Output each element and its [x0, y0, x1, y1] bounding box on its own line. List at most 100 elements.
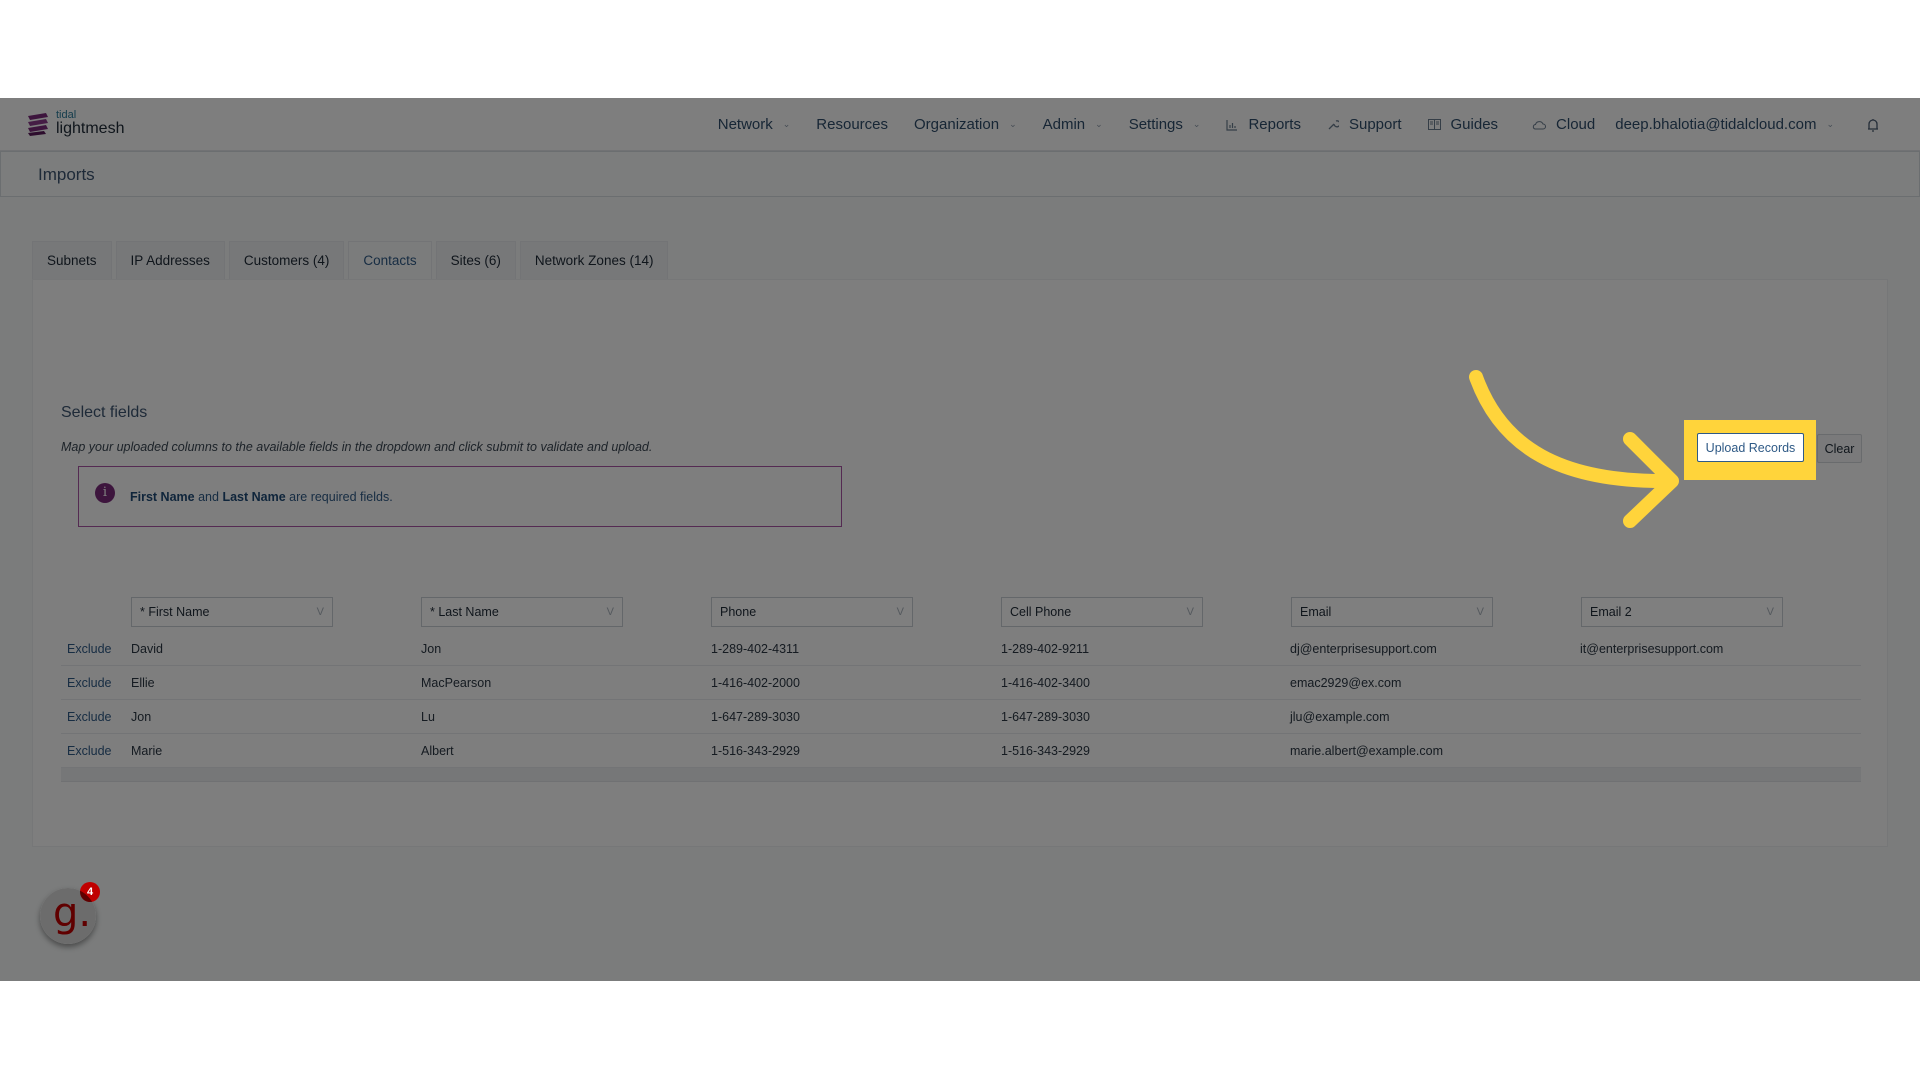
alert-message: First Name and Last Name are required fi… — [130, 490, 393, 504]
nav-support[interactable]: Support — [1327, 116, 1402, 133]
tab-network-zones[interactable]: Network Zones (14) — [519, 241, 669, 279]
chevron-down-icon: ⌄ — [1826, 119, 1834, 129]
select-value: Phone — [720, 605, 757, 619]
chevron-down-icon: V — [1476, 606, 1484, 618]
wrench-icon — [1328, 119, 1339, 129]
chevron-down-icon: ⌄ — [1095, 119, 1103, 129]
cell-phone: 1-647-289-3030 — [711, 710, 800, 724]
cell-phone: 1-289-402-4311 — [711, 642, 800, 656]
nav-settings[interactable]: Settings ⌄ — [1129, 116, 1201, 133]
book-icon — [1427, 119, 1441, 130]
required-fields-alert: i First Name and Last Name are required … — [78, 466, 842, 527]
select-last-name[interactable]: * Last Name V — [421, 597, 623, 627]
column-mapping-selects: * First Name V * Last Name V Phone V Cell P… — [131, 597, 1891, 627]
nav-network-label: Network — [717, 116, 773, 133]
cell-last-name: Jon — [421, 642, 442, 656]
page-header: Imports — [0, 151, 1920, 197]
cell-email-2: it@enterprisesupport.com — [1580, 642, 1724, 656]
tab-customers[interactable]: Customers (4) — [228, 241, 345, 279]
notification-count-badge: 4 — [80, 882, 100, 902]
alert-and: and — [198, 490, 219, 504]
clear-button[interactable]: Clear — [1817, 434, 1862, 463]
nav-guides[interactable]: Guides — [1427, 116, 1499, 133]
chevron-down-icon: ⌄ — [1009, 119, 1017, 129]
guide-widget-button[interactable]: g. 4 — [40, 882, 100, 944]
table-row: Exclude Ellie MacPearson 1-416-402-2000 … — [61, 666, 1861, 700]
cell-cell-phone: 1-647-289-3030 — [1001, 710, 1090, 724]
table-row: Exclude Jon Lu 1-647-289-3030 1-647-289-… — [61, 700, 1861, 734]
select-email[interactable]: Email V — [1291, 597, 1493, 627]
table-row: Exclude Marie Albert 1-516-343-2929 1-51… — [61, 734, 1861, 768]
chevron-down-icon: ⌄ — [1192, 119, 1201, 129]
nav-support-label: Support — [1348, 116, 1402, 133]
table-footer — [61, 768, 1861, 782]
bell-icon[interactable] — [1864, 116, 1882, 134]
select-email-2[interactable]: Email 2 V — [1581, 597, 1783, 627]
chevron-down-icon: V — [1186, 606, 1194, 618]
logo-lightmesh-text: lightmesh — [56, 120, 125, 137]
nav-network[interactable]: Network ⌄ — [718, 116, 791, 133]
nav-reports-label: Reports — [1248, 116, 1301, 133]
tab-sites[interactable]: Sites (6) — [435, 241, 516, 279]
alert-suffix: are required fields. — [289, 490, 393, 504]
select-phone[interactable]: Phone V — [711, 597, 913, 627]
main-nav: Network ⌄ Resources Organization ⌄ Admin ⌄ … — [718, 98, 1920, 151]
table-row: Exclude David Jon 1-289-402-4311 1-289-4… — [61, 632, 1861, 666]
select-first-name[interactable]: * First Name V — [131, 597, 333, 627]
nav-organization-label: Organization — [914, 116, 1000, 133]
section-title: Select fields — [61, 404, 148, 421]
nav-resources[interactable]: Resources — [816, 116, 888, 133]
logo[interactable]: tidal lightmesh — [26, 110, 124, 137]
cell-cell-phone: 1-289-402-9211 — [1001, 642, 1090, 656]
exclude-link[interactable]: Exclude — [67, 710, 111, 724]
select-cell-phone[interactable]: Cell Phone V — [1001, 597, 1203, 627]
nav-admin-label: Admin — [1042, 116, 1086, 133]
select-value: * Last Name — [430, 605, 499, 619]
select-value: Email 2 — [1590, 605, 1632, 619]
chevron-down-icon: ⌄ — [782, 119, 791, 129]
cell-email: jlu@example.com — [1290, 710, 1390, 724]
cell-phone: 1-416-402-2000 — [711, 676, 800, 690]
info-icon: i — [95, 483, 115, 503]
nav-reports[interactable]: Reports — [1226, 116, 1301, 133]
chevron-down-icon: V — [316, 606, 324, 618]
chevron-down-icon: V — [896, 606, 904, 618]
tab-ip-addresses[interactable]: IP Addresses — [115, 241, 225, 279]
exclude-link[interactable]: Exclude — [67, 744, 111, 758]
tab-contacts[interactable]: Contacts — [348, 241, 432, 279]
nav-admin[interactable]: Admin ⌄ — [1043, 116, 1103, 133]
cell-first-name: David — [131, 642, 163, 656]
cell-last-name: MacPearson — [421, 676, 492, 690]
cell-first-name: Ellie — [131, 676, 155, 690]
app-screen: tidal lightmesh Network ⌄ Resources Organ… — [0, 98, 1920, 981]
user-menu[interactable]: deep.bhalotia@tidalcloud.com ⌄ — [1615, 116, 1834, 133]
select-value: Email — [1300, 605, 1332, 619]
nav-cloud-label: Cloud — [1556, 116, 1596, 133]
section-description: Map your uploaded columns to the availab… — [61, 440, 653, 454]
page-title: Imports — [38, 165, 95, 184]
contacts-table: Exclude David Jon 1-289-402-4311 1-289-4… — [61, 632, 1861, 782]
cell-email: marie.albert@example.com — [1290, 744, 1444, 758]
exclude-link[interactable]: Exclude — [67, 676, 111, 690]
nav-guides-label: Guides — [1450, 116, 1499, 133]
cell-first-name: Marie — [131, 744, 163, 758]
alert-field-first-name: First Name — [130, 490, 195, 504]
cell-cell-phone: 1-516-343-2929 — [1001, 744, 1090, 758]
exclude-link[interactable]: Exclude — [67, 642, 111, 656]
cloud-icon — [1532, 120, 1547, 129]
top-navigation: tidal lightmesh Network ⌄ Resources Organ… — [0, 98, 1920, 151]
alert-field-last-name: Last Name — [222, 490, 286, 504]
tab-subnets[interactable]: Subnets — [32, 241, 112, 279]
nav-cloud[interactable]: Cloud — [1532, 116, 1595, 133]
nav-organization[interactable]: Organization ⌄ — [914, 116, 1017, 133]
chevron-down-icon: V — [606, 606, 614, 618]
nav-settings-label: Settings — [1128, 116, 1183, 133]
select-value: * First Name — [140, 605, 210, 619]
chevron-down-icon: V — [1766, 606, 1774, 618]
user-email: deep.bhalotia@tidalcloud.com — [1615, 116, 1817, 133]
cell-last-name: Albert — [421, 744, 454, 758]
contacts-import-panel: Select fields Map your uploaded columns … — [32, 279, 1888, 847]
cell-email: dj@enterprisesupport.com — [1290, 642, 1437, 656]
bar-chart-icon — [1226, 119, 1238, 131]
cell-cell-phone: 1-416-402-3400 — [1001, 676, 1090, 690]
